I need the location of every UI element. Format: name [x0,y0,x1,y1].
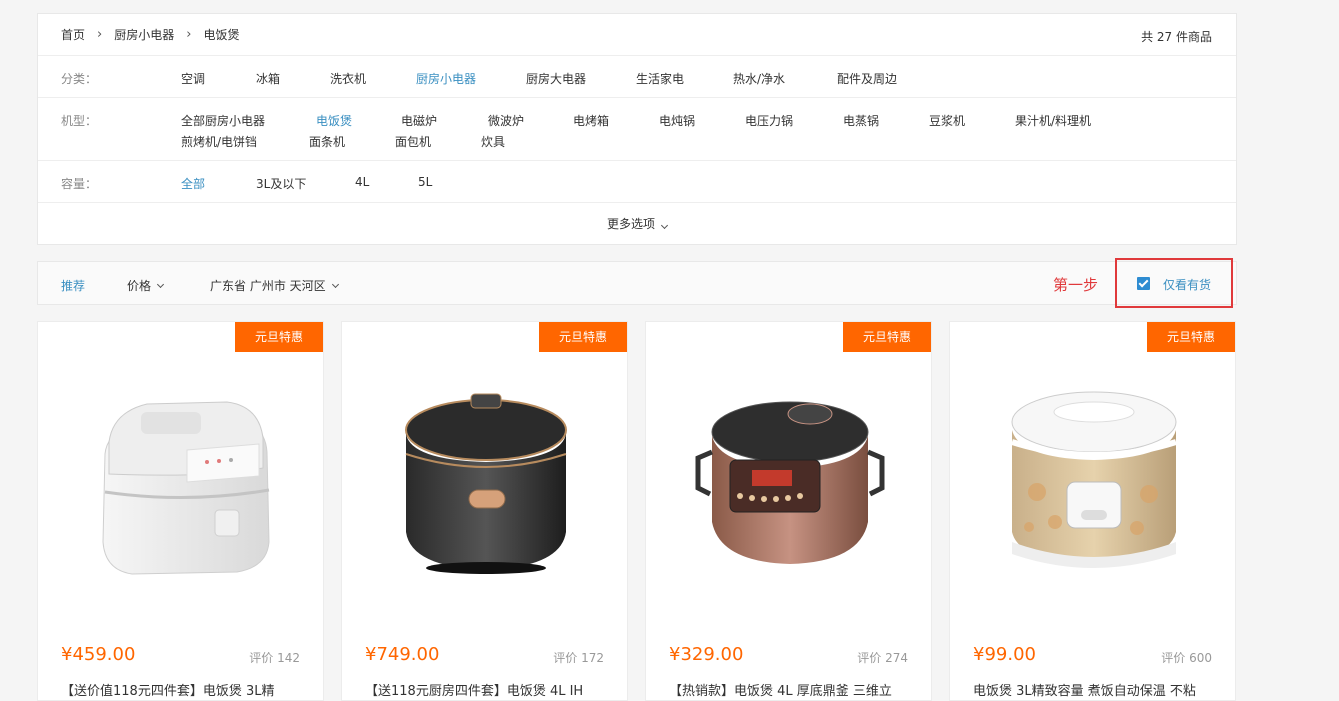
filter-option[interactable]: 冰箱 [256,70,280,87]
breadcrumb: 首页 › 厨房小电器 › 电饭煲 [61,26,239,43]
review-count: 评价 142 [249,651,300,665]
filter-panel: 首页 › 厨房小电器 › 电饭煲 共 27 件商品 分类： 空调 冰箱 洗衣机 … [37,13,1237,245]
breadcrumb-home[interactable]: 首页 [61,26,85,43]
promo-badge: 元旦特惠 [843,322,931,352]
filter-label: 容量： [61,177,98,191]
filter-option-active[interactable]: 厨房小电器 [416,70,476,87]
filter-option[interactable]: 电炖锅 [659,112,695,129]
filter-option[interactable]: 生活家电 [636,70,684,87]
floral-classic-rice-cooker-image [1010,391,1177,568]
filter-option[interactable]: 豆浆机 [929,112,965,129]
more-options-button[interactable]: 更多选项 [606,217,669,231]
filter-option[interactable]: 电压力锅 [745,112,793,129]
filter-option[interactable]: 热水/净水 [733,70,785,87]
filter-option[interactable]: 空调 [181,70,205,87]
product-price: ¥749.00 [365,644,440,665]
total-count: 共 27 件商品 [1141,30,1212,44]
filter-option[interactable]: 微波炉 [488,112,524,129]
filter-label: 机型： [61,114,98,128]
filter-option[interactable]: 煎烤机/电饼铛 [181,133,257,150]
sort-price-label: 价格 [127,279,152,293]
review-count: 评价 600 [1161,651,1212,665]
filter-row-model: 机型： 全部厨房小电器 电饭煲 电磁炉 微波炉 电烤箱 电炖锅 电压力锅 电蒸锅… [38,97,1236,160]
sort-price[interactable]: 价格 [127,277,165,294]
black-round-rice-cooker-image [404,393,567,574]
filter-option[interactable]: 配件及周边 [837,70,897,87]
product-price: ¥459.00 [61,644,136,665]
review-count: 评价 172 [553,651,604,665]
product-title[interactable]: 【送118元厨房四件套】电饭煲 4L IH [365,680,615,699]
filter-option[interactable]: 5L [418,175,432,189]
product-image[interactable] [38,362,323,602]
filter-row-capacity: 容量： 全部 3L及以下 4L 5L [38,160,1236,202]
sort-recommend[interactable]: 推荐 [61,277,85,294]
chevron-down-icon [660,221,669,230]
product-image[interactable] [950,362,1235,602]
product-title[interactable]: 【热销款】电饭煲 4L 厚底鼎釜 三维立 [669,680,919,699]
product-title[interactable]: 【送价值118元四件套】电饭煲 3L精 [61,680,311,699]
product-card[interactable]: 元旦特惠 ¥459.00 评价 142 【送价值118元四件套】电饭煲 3L精 [37,321,324,701]
chevron-right-icon: › [97,27,103,42]
filter-option[interactable]: 面包机 [395,133,431,150]
step-label: 第一步 [1053,276,1099,294]
stock-only-label: 仅看有货 [1163,278,1212,292]
filter-option[interactable]: 4L [355,175,369,189]
filter-option[interactable]: 电蒸锅 [843,112,879,129]
product-price: ¥99.00 [973,644,1036,665]
more-options-label: 更多选项 [606,217,655,231]
product-image[interactable] [342,362,627,602]
white-square-rice-cooker-image [101,401,270,575]
filter-option-active[interactable]: 全部 [181,175,205,192]
promo-badge: 元旦特惠 [1147,322,1235,352]
promo-badge: 元旦特惠 [539,322,627,352]
filter-option[interactable]: 果汁机/料理机 [1015,112,1091,129]
filter-option[interactable]: 面条机 [309,133,345,150]
product-title[interactable]: 电饭煲 3L精致容量 煮饭自动保温 不粘 [973,680,1223,699]
filter-label: 分类： [61,72,98,86]
product-image[interactable] [646,362,931,602]
checkbox-checked[interactable] [1137,277,1150,290]
filter-option[interactable]: 电烤箱 [573,112,609,129]
filter-option[interactable]: 厨房大电器 [526,70,586,87]
chevron-right-icon: › [186,27,192,42]
product-card[interactable]: 元旦特惠 ¥329.00 评价 274 【热销款】电饭煲 4L 厚底鼎釜 三维立 [645,321,932,701]
bronze-rice-cooker-image [695,401,884,564]
review-count: 评价 274 [857,651,908,665]
filter-option[interactable]: 3L及以下 [256,175,306,192]
breadcrumb-current: 电饭煲 [203,28,240,42]
chevron-down-icon [156,280,165,288]
location-label: 广东省 广州市 天河区 [210,279,326,293]
filter-option[interactable]: 全部厨房小电器 [181,112,265,129]
product-price: ¥329.00 [669,644,744,665]
location-selector[interactable]: 广东省 广州市 天河区 [210,277,339,294]
filter-option[interactable]: 电磁炉 [401,112,437,129]
breadcrumb-kitchen[interactable]: 厨房小电器 [114,26,174,43]
promo-badge: 元旦特惠 [235,322,323,352]
chevron-down-icon [331,280,339,288]
filter-option[interactable]: 炊具 [481,133,505,150]
product-card[interactable]: 元旦特惠 ¥99.00 评价 600 电饭煲 3L精致容量 煮饭自动保温 不粘 [949,321,1236,701]
more-options: 更多选项 [38,202,1236,244]
stock-only-filter[interactable]: 仅看有货 [1115,258,1233,308]
filter-option-active[interactable]: 电饭煲 [316,112,352,129]
filter-option[interactable]: 洗衣机 [330,70,366,87]
product-card[interactable]: 元旦特惠 ¥749.00 评价 172 【送118元厨房四件套】电饭煲 4L I… [341,321,628,701]
filter-row-category: 分类： 空调 冰箱 洗衣机 厨房小电器 厨房大电器 生活家电 热水/净水 配件及… [38,55,1236,97]
